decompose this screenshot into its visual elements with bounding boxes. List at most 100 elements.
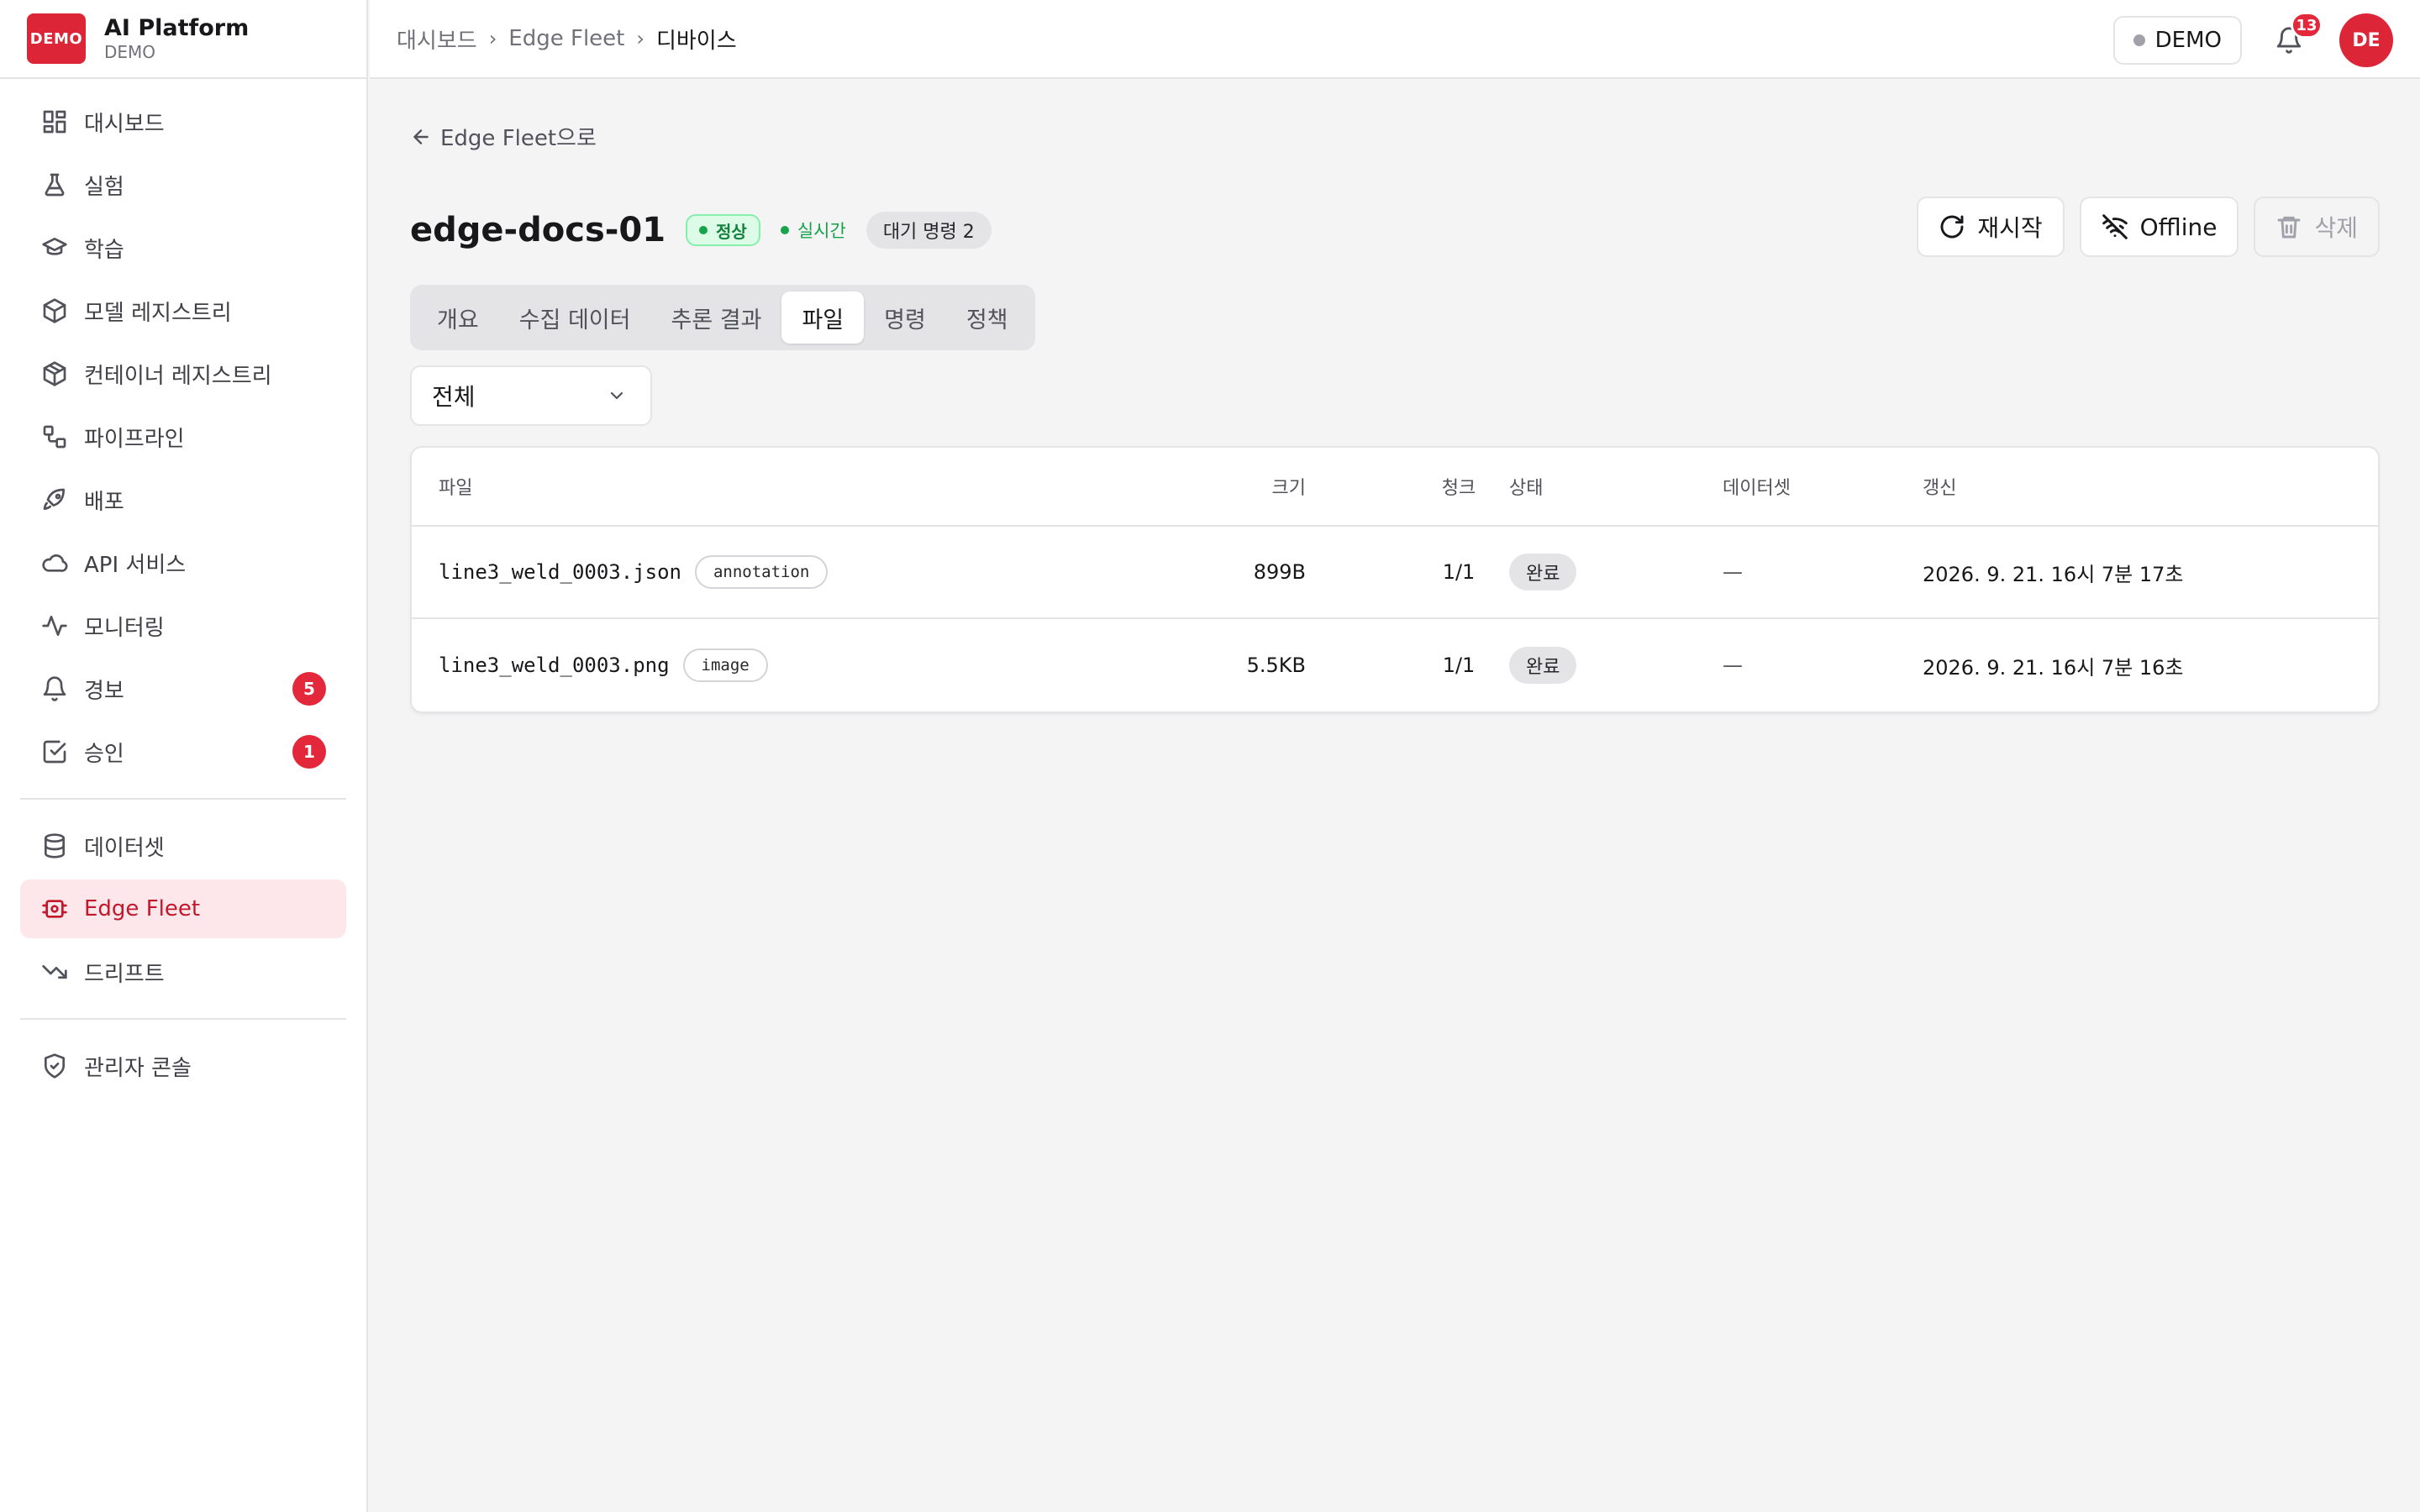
sidebar-item-label: 경보	[84, 678, 124, 704]
delete-label: 삭제	[2314, 214, 2358, 242]
sidebar-item-container-registry[interactable]: 컨테이너 레지스트리	[20, 344, 346, 403]
sidebar-nav: 대시보드 실험 학습 모델 레지스트리 컨테이너 레지스트리 파이프라인 배포	[0, 79, 366, 1095]
col-header-chunk: 청크	[1441, 478, 1476, 499]
file-name: line3_weld_0003.png	[439, 654, 670, 677]
table-row[interactable]: line3_weld_0003.png image 5.5KB 1/1 완료 —…	[412, 619, 2378, 711]
trash-icon	[2278, 216, 2301, 239]
status-dot	[699, 226, 708, 234]
sidebar-item-alerts[interactable]: 경보 5	[20, 659, 346, 718]
sidebar-item-edge-fleet[interactable]: Edge Fleet	[20, 879, 346, 938]
sidebar-item-label: Edge Fleet	[84, 896, 201, 921]
restart-button[interactable]: 재시작	[1917, 197, 2065, 257]
tab-collected-data[interactable]: 수집 데이터	[499, 291, 651, 344]
file-status-badge: 완료	[1509, 647, 1577, 684]
device-actions: 재시작 Offline 삭제	[1902, 197, 2380, 257]
workflow-icon	[40, 423, 69, 451]
sidebar: DEMO AI Platform DEMO 대시보드 실험 학습 모델 레지스트…	[0, 0, 368, 1512]
flask-icon	[40, 171, 69, 199]
breadcrumb: 대시보드 › Edge Fleet › 디바이스	[397, 24, 737, 55]
sidebar-item-label: 모니터링	[84, 615, 165, 641]
sidebar-item-drift[interactable]: 드리프트	[20, 942, 346, 1001]
sidebar-item-label: 드리프트	[84, 961, 165, 987]
notifications-button[interactable]: 13	[2272, 12, 2323, 57]
tenant-selector[interactable]: DEMO	[2112, 16, 2242, 65]
realtime-indicator: 실시간	[780, 218, 846, 243]
sidebar-item-admin-console[interactable]: 관리자 콘솔	[20, 1037, 346, 1095]
sidebar-item-label: 학습	[84, 237, 124, 263]
top-header: 대시보드 › Edge Fleet › 디바이스 DEMO 13 DE	[370, 0, 2420, 79]
col-header-size: 크기	[1271, 478, 1306, 499]
approvals-count-badge: 1	[292, 735, 326, 769]
tenant-status-dot	[2133, 34, 2145, 46]
brand-subtitle: DEMO	[104, 42, 156, 62]
offline-label: Offline	[2139, 213, 2217, 241]
brand-title: AI Platform	[104, 15, 250, 41]
package-icon	[40, 360, 69, 388]
sidebar-item-datasets[interactable]: 데이터셋	[20, 816, 346, 875]
col-header-updated: 갱신	[1923, 478, 1957, 499]
sidebar-divider	[20, 798, 346, 800]
col-header-file: 파일	[439, 478, 473, 499]
box-icon	[40, 297, 69, 325]
file-type-filter[interactable]: 전체	[410, 365, 652, 426]
back-link[interactable]: Edge Fleet으로	[410, 121, 597, 152]
chevron-right-icon: ›	[488, 27, 497, 50]
back-label: Edge Fleet으로	[440, 126, 597, 151]
status-badge: 정상	[686, 214, 760, 246]
sidebar-item-api-service[interactable]: API 서비스	[20, 533, 346, 592]
restart-label: 재시작	[1977, 214, 2043, 242]
tab-overview[interactable]: 개요	[417, 291, 499, 344]
device-title-row: edge-docs-01 정상 실시간 대기 명령 2 재시작 Offline …	[410, 197, 2380, 264]
delete-button[interactable]: 삭제	[2254, 197, 2380, 257]
tab-inference-results[interactable]: 추론 결과	[650, 291, 781, 344]
tenant-label: DEMO	[2154, 28, 2222, 53]
breadcrumb-dashboard[interactable]: 대시보드	[397, 24, 477, 55]
database-icon	[40, 832, 69, 860]
sidebar-item-pipeline[interactable]: 파이프라인	[20, 407, 346, 466]
breadcrumb-current: 디바이스	[655, 28, 737, 54]
sidebar-item-label: 파이프라인	[84, 426, 185, 452]
cloud-icon	[40, 549, 69, 577]
pending-commands-badge: 대기 명령 2	[865, 212, 992, 249]
sidebar-item-dashboard[interactable]: 대시보드	[20, 92, 346, 151]
tab-commands[interactable]: 명령	[864, 291, 946, 344]
sidebar-item-label: 모델 레지스트리	[84, 300, 232, 326]
tab-policy[interactable]: 정책	[946, 291, 1028, 344]
tab-files[interactable]: 파일	[781, 291, 865, 344]
activity-icon	[40, 612, 69, 640]
sidebar-item-label: 승인	[84, 741, 124, 767]
sidebar-item-label: 데이터셋	[84, 835, 165, 861]
alerts-count-badge: 5	[292, 672, 326, 706]
chevron-right-icon: ›	[636, 27, 644, 50]
avatar[interactable]: DE	[2339, 13, 2393, 67]
sidebar-item-training[interactable]: 학습	[20, 218, 346, 277]
breadcrumb-edge-fleet[interactable]: Edge Fleet	[508, 26, 624, 51]
check-square-icon	[40, 738, 69, 766]
shield-icon	[40, 1052, 69, 1080]
file-name: line3_weld_0003.json	[439, 560, 681, 584]
col-header-dataset: 데이터셋	[1723, 478, 1791, 499]
file-dataset: —	[1723, 654, 1743, 677]
file-chunks: 1/1	[1442, 654, 1476, 677]
file-chunks: 1/1	[1442, 560, 1476, 584]
file-status-badge: 완료	[1509, 554, 1577, 591]
sidebar-divider	[20, 1018, 346, 1020]
sidebar-item-experiments[interactable]: 실험	[20, 155, 346, 214]
sidebar-item-label: 실험	[84, 174, 124, 200]
edge-device-icon	[40, 895, 69, 923]
sidebar-item-monitoring[interactable]: 모니터링	[20, 596, 346, 655]
graduation-cap-icon	[40, 234, 69, 262]
file-size: 5.5KB	[1246, 654, 1306, 677]
chevron-down-icon	[610, 391, 623, 400]
sidebar-item-label: 관리자 콘솔	[84, 1055, 192, 1081]
brand[interactable]: DEMO AI Platform DEMO	[0, 0, 366, 79]
table-row[interactable]: line3_weld_0003.json annotation 899B 1/1…	[412, 527, 2378, 619]
arrow-left-icon	[413, 129, 429, 144]
grid-icon	[40, 108, 69, 136]
sidebar-item-approvals[interactable]: 승인 1	[20, 722, 346, 781]
sidebar-item-deploy[interactable]: 배포	[20, 470, 346, 529]
sidebar-item-label: 대시보드	[84, 111, 165, 137]
offline-button[interactable]: Offline	[2079, 197, 2239, 257]
sidebar-item-model-registry[interactable]: 모델 레지스트리	[20, 281, 346, 340]
col-header-state: 상태	[1509, 478, 1544, 499]
